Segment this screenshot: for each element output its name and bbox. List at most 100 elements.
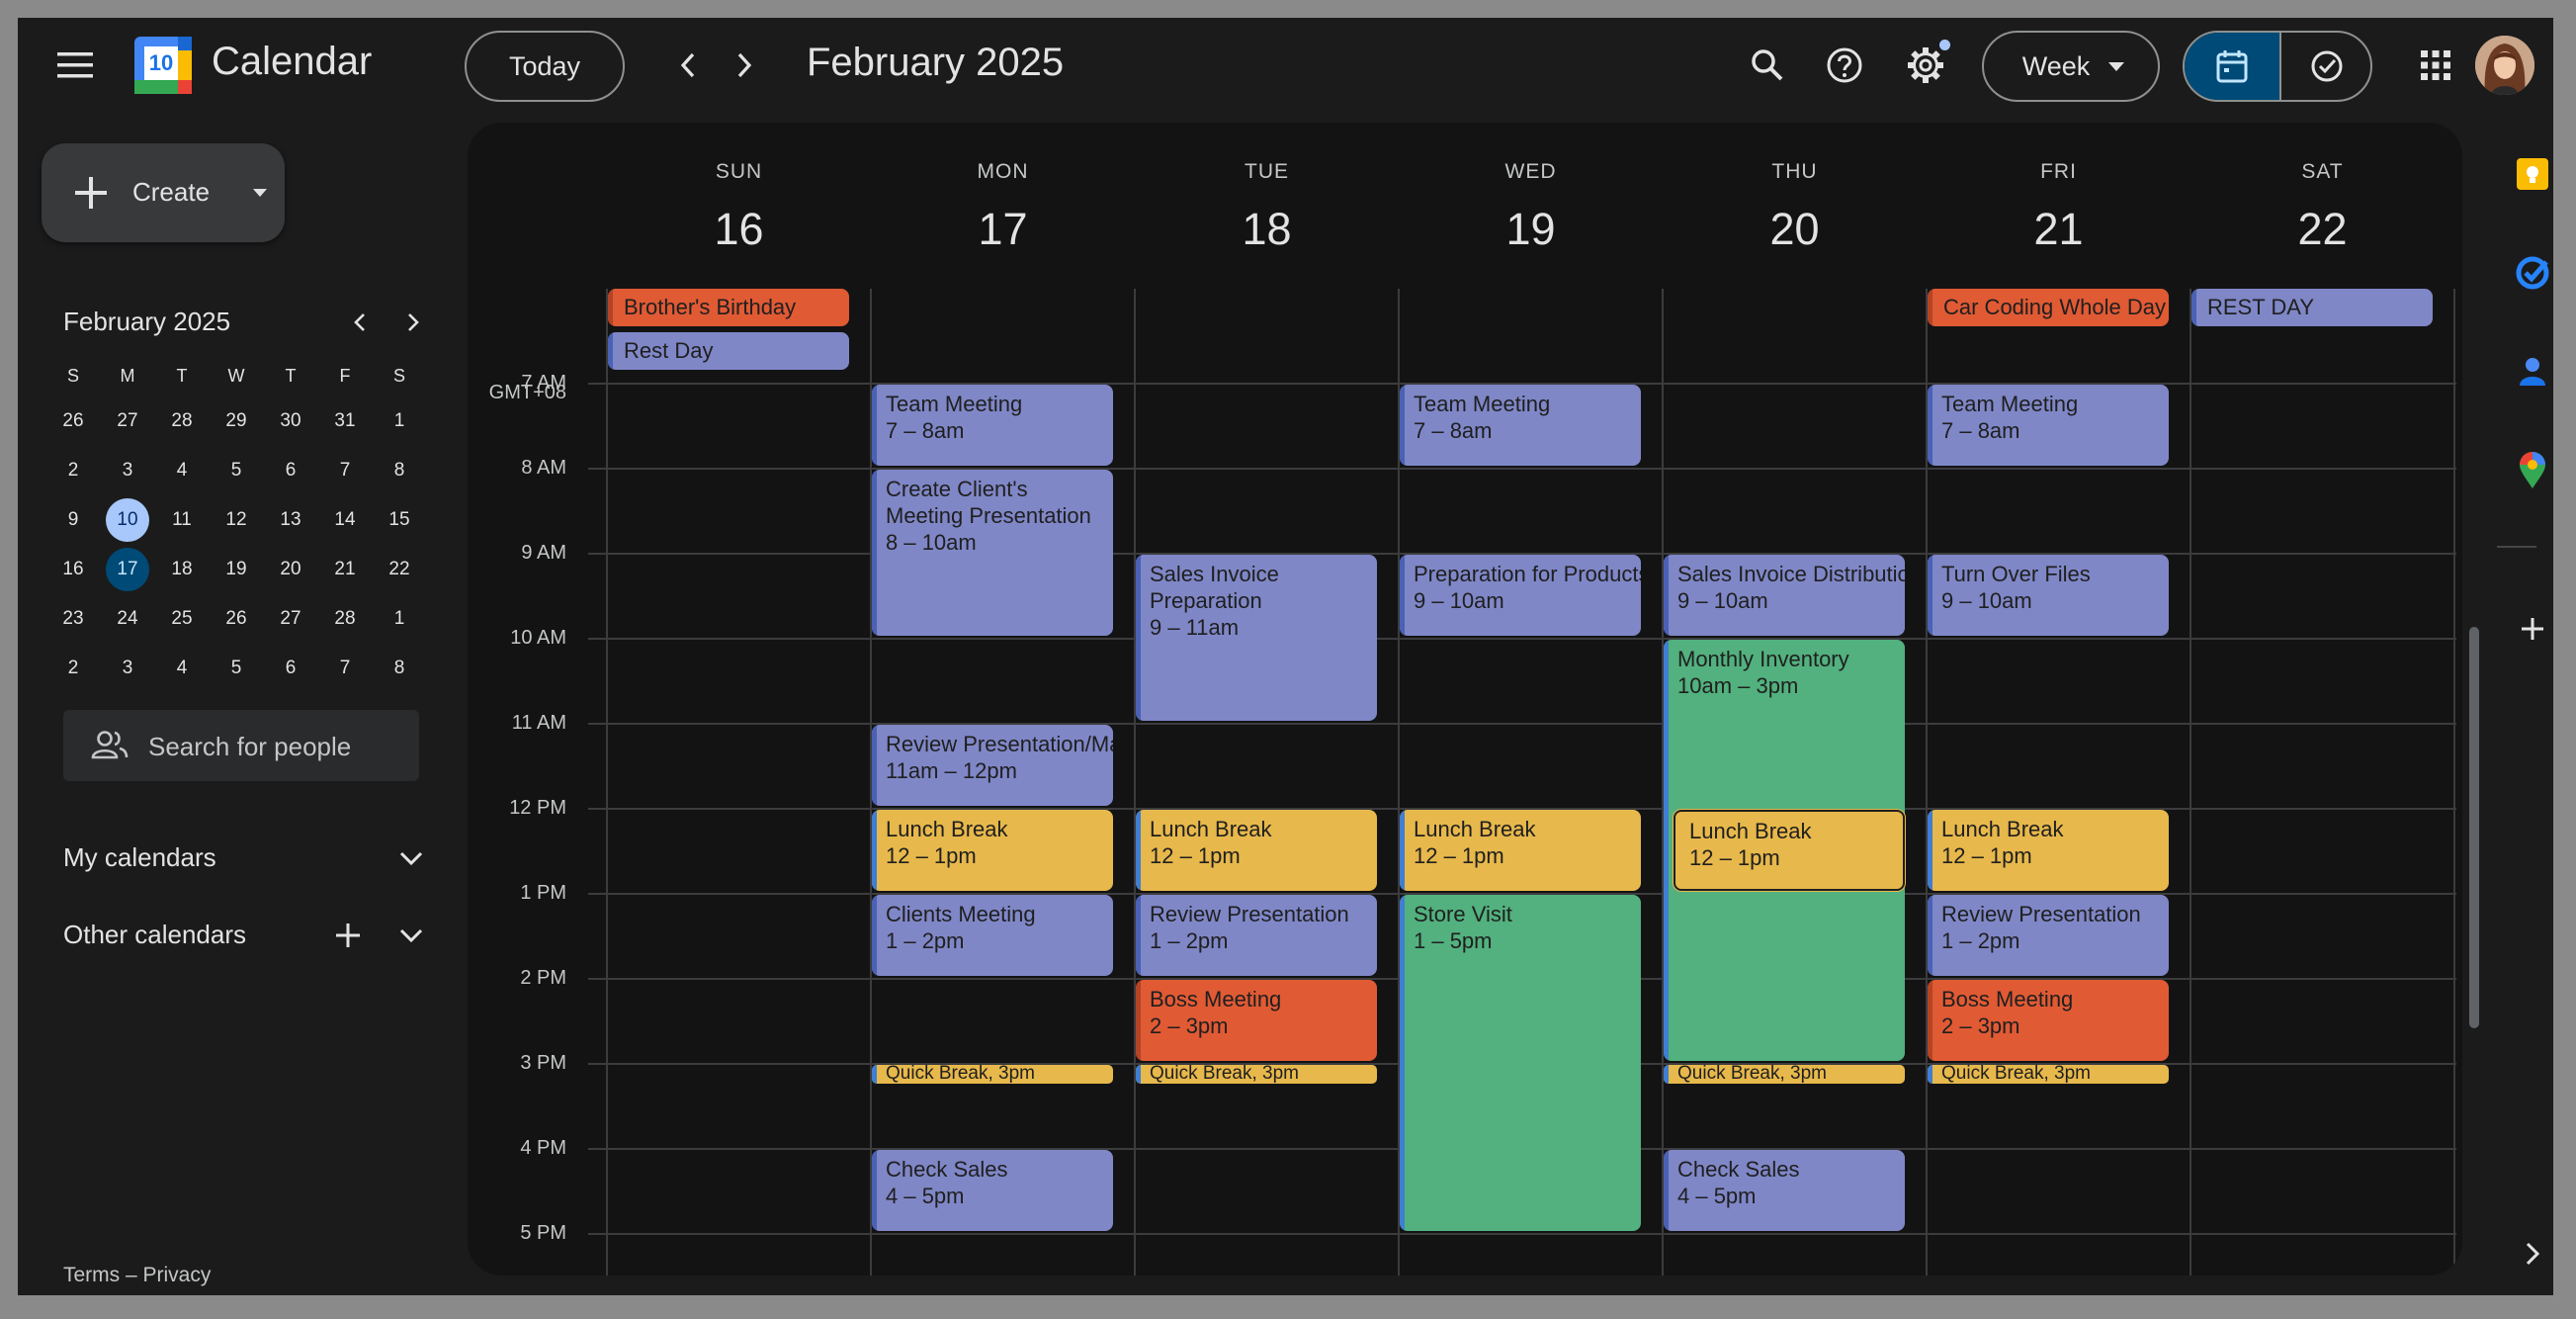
add-other-calendar-button[interactable] — [326, 914, 370, 957]
other-calendars-expand-button[interactable] — [389, 914, 433, 957]
hide-side-panel-button[interactable] — [2511, 1232, 2553, 1275]
calendar-event[interactable]: Sales Invoice Distribution 9 – 10am — [1664, 555, 1905, 636]
mini-day[interactable]: 28 — [323, 597, 367, 641]
mini-day[interactable]: 1 — [378, 399, 421, 443]
mini-day[interactable]: 7 — [323, 449, 367, 492]
mini-day[interactable]: 2 — [51, 647, 95, 690]
all-day-event[interactable]: REST DAY — [2191, 289, 2433, 326]
calendar-view-toggle[interactable] — [2185, 33, 2279, 100]
mini-day[interactable]: 27 — [106, 399, 149, 443]
all-day-event[interactable]: Car Coding Whole Day — [1928, 289, 2169, 326]
mini-day[interactable]: 1 — [378, 597, 421, 641]
account-avatar[interactable] — [2475, 36, 2534, 95]
calendar-event[interactable]: Review Presentation 1 – 2pm — [1928, 895, 2169, 976]
calendar-event[interactable]: Review Presentation 1 – 2pm — [1136, 895, 1377, 976]
calendar-event[interactable]: Turn Over Files 9 – 10am — [1928, 555, 2169, 636]
calendar-event[interactable]: Preparation for Products 9 – 10am — [1400, 555, 1641, 636]
mini-day[interactable]: 5 — [215, 449, 258, 492]
mini-day[interactable]: 22 — [378, 548, 421, 591]
day-number[interactable]: 19 — [1399, 204, 1663, 255]
mini-day[interactable]: 23 — [51, 597, 95, 641]
tasks-view-toggle[interactable] — [2281, 33, 2370, 100]
mini-day[interactable]: 8 — [378, 647, 421, 690]
quick-break-event[interactable]: Quick Break, 3pm — [1136, 1065, 1377, 1084]
calendar-event[interactable]: Check Sales 4 – 5pm — [1664, 1150, 1905, 1231]
contacts-app-button[interactable] — [2511, 350, 2553, 394]
calendar-event[interactable]: Review Presentation/Materials11am – 12pm — [872, 725, 1113, 806]
mini-day[interactable]: 14 — [323, 498, 367, 542]
calendar-event[interactable]: Team Meeting 7 – 8am — [1928, 385, 2169, 466]
mini-day[interactable]: 6 — [269, 449, 312, 492]
all-day-event[interactable]: Brother's Birthday — [608, 289, 849, 326]
day-number[interactable]: 18 — [1135, 204, 1399, 255]
grid-scrollbar[interactable] — [2469, 627, 2479, 1028]
tasks-app-button[interactable] — [2511, 251, 2553, 295]
mini-day[interactable]: 21 — [323, 548, 367, 591]
day-number[interactable]: 17 — [871, 204, 1135, 255]
mini-day[interactable]: 11 — [160, 498, 204, 542]
mini-day[interactable]: 3 — [106, 647, 149, 690]
mini-prev-month-button[interactable] — [338, 301, 382, 344]
today-button[interactable]: Today — [465, 31, 625, 102]
mini-day[interactable]: 4 — [160, 647, 204, 690]
mini-day-today[interactable]: 10 — [106, 498, 149, 542]
day-number[interactable]: 21 — [1927, 204, 2190, 255]
mini-day[interactable]: 18 — [160, 548, 204, 591]
mini-day[interactable]: 26 — [51, 399, 95, 443]
search-button[interactable] — [1738, 36, 1797, 95]
my-calendars-section[interactable]: My calendars — [63, 836, 429, 880]
search-people-input[interactable]: Search for people — [63, 710, 419, 781]
maps-app-button[interactable] — [2511, 449, 2553, 492]
quick-break-event[interactable]: Quick Break, 3pm — [872, 1065, 1113, 1084]
help-button[interactable] — [1815, 36, 1874, 95]
mini-day[interactable]: 4 — [160, 449, 204, 492]
calendar-event[interactable]: Lunch Break 12 – 1pm — [1674, 810, 1905, 891]
calendar-event[interactable]: Sales Invoice Preparation 9 – 11am — [1136, 555, 1377, 721]
settings-button[interactable] — [1896, 36, 1955, 95]
calendar-event[interactable]: Create Client's Meeting Presentation 8 – … — [872, 470, 1113, 636]
mini-next-month-button[interactable] — [391, 301, 435, 344]
mini-day[interactable]: 9 — [51, 498, 95, 542]
mini-day[interactable]: 25 — [160, 597, 204, 641]
calendar-event[interactable]: Check Sales 4 – 5pm — [872, 1150, 1113, 1231]
calendar-event[interactable]: Clients Meeting 1 – 2pm — [872, 895, 1113, 976]
mini-day[interactable]: 27 — [269, 597, 312, 641]
mini-day[interactable]: 31 — [323, 399, 367, 443]
get-addons-button[interactable] — [2511, 607, 2553, 651]
calendar-event[interactable]: Lunch Break 12 – 1pm — [1400, 810, 1641, 891]
next-week-button[interactable] — [715, 36, 774, 95]
calendar-event[interactable]: Lunch Break 12 – 1pm — [1136, 810, 1377, 891]
mini-day[interactable]: 24 — [106, 597, 149, 641]
all-day-event[interactable]: Rest Day — [608, 332, 849, 370]
terms-privacy-link[interactable]: Terms – Privacy — [63, 1264, 211, 1287]
calendar-event[interactable]: Store Visit 1 – 5pm — [1400, 895, 1641, 1231]
mini-day[interactable]: 5 — [215, 647, 258, 690]
day-number[interactable]: 22 — [2190, 204, 2454, 255]
mini-day[interactable]: 20 — [269, 548, 312, 591]
main-menu-button[interactable] — [45, 36, 105, 95]
calendar-event[interactable]: Lunch Break 12 – 1pm — [872, 810, 1113, 891]
calendar-event[interactable]: Lunch Break 12 – 1pm — [1928, 810, 2169, 891]
mini-day[interactable]: 2 — [51, 449, 95, 492]
calendar-event[interactable]: Boss Meeting 2 – 3pm — [1136, 980, 1377, 1061]
mini-day-selected[interactable]: 17 — [106, 548, 149, 591]
quick-break-event[interactable]: Quick Break, 3pm — [1664, 1065, 1905, 1084]
calendar-logo[interactable]: 10 — [134, 37, 192, 94]
mini-day[interactable]: 12 — [215, 498, 258, 542]
mini-day[interactable]: 30 — [269, 399, 312, 443]
keep-app-button[interactable] — [2511, 152, 2553, 196]
calendar-event[interactable]: Boss Meeting 2 – 3pm — [1928, 980, 2169, 1061]
google-apps-button[interactable] — [2406, 36, 2465, 95]
mini-day[interactable]: 16 — [51, 548, 95, 591]
previous-week-button[interactable] — [658, 36, 718, 95]
mini-day[interactable]: 26 — [215, 597, 258, 641]
mini-day[interactable]: 13 — [269, 498, 312, 542]
view-selector[interactable]: Week — [1982, 31, 2160, 102]
mini-day[interactable]: 15 — [378, 498, 421, 542]
mini-day[interactable]: 8 — [378, 449, 421, 492]
mini-day[interactable]: 19 — [215, 548, 258, 591]
quick-break-event[interactable]: Quick Break, 3pm — [1928, 1065, 2169, 1084]
mini-day[interactable]: 7 — [323, 647, 367, 690]
calendar-event[interactable]: Team Meeting 7 – 8am — [872, 385, 1113, 466]
calendar-event[interactable]: Team Meeting 7 – 8am — [1400, 385, 1641, 466]
